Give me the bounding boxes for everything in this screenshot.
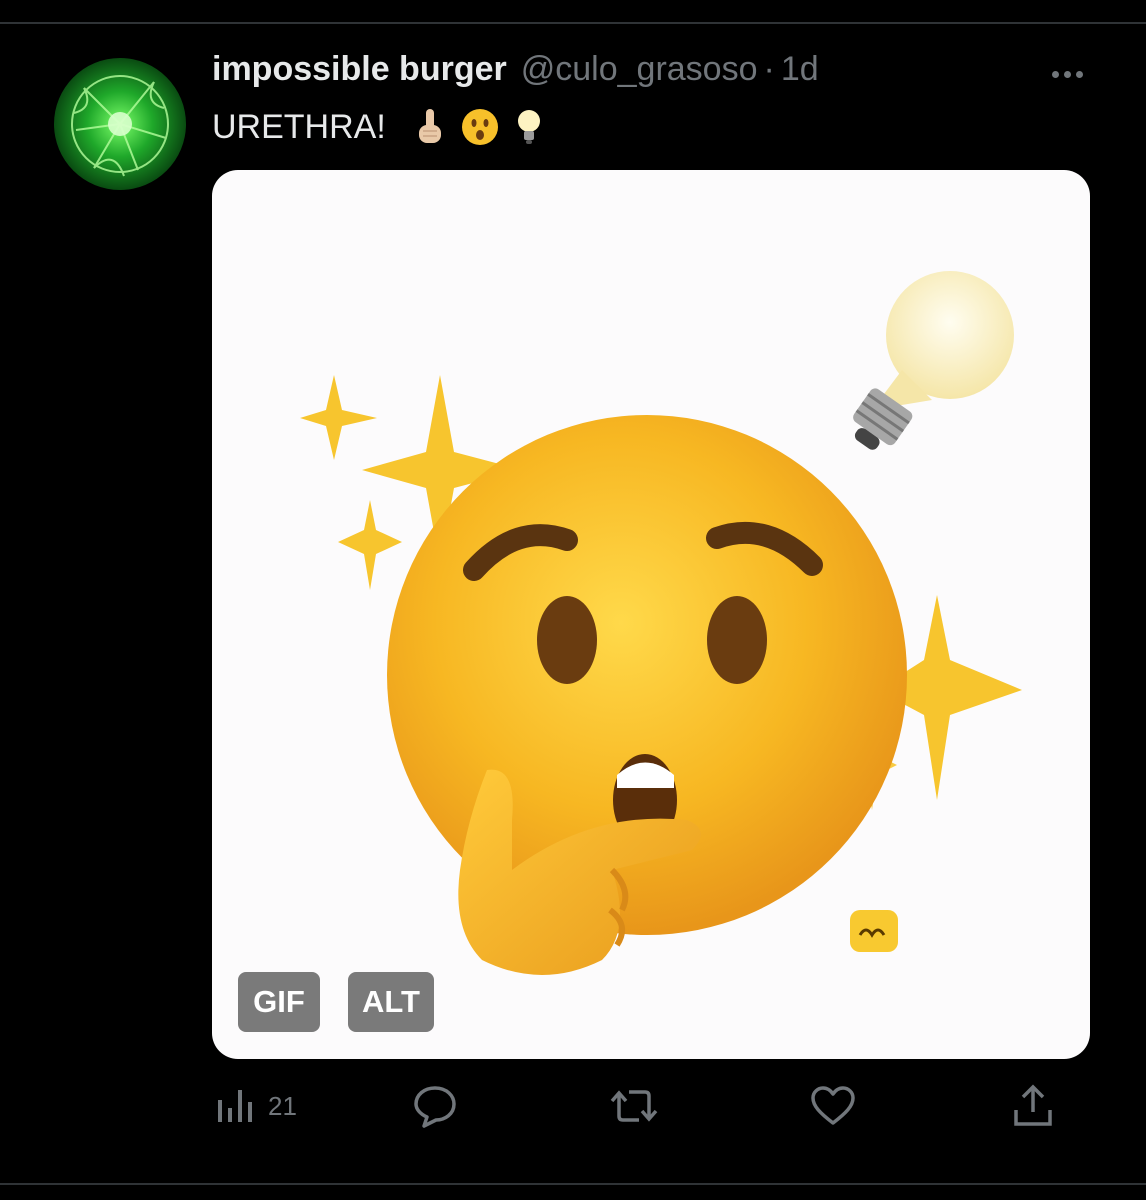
bottom-divider bbox=[0, 1183, 1146, 1185]
hushed-face-icon bbox=[461, 109, 498, 145]
watermark-logo bbox=[850, 910, 898, 952]
views-button[interactable]: 21 bbox=[216, 1080, 297, 1132]
media-gif[interactable] bbox=[212, 170, 1090, 1059]
more-dot bbox=[1075, 70, 1083, 78]
tweet-emoji-group bbox=[414, 107, 544, 147]
thinking-face-artwork bbox=[300, 271, 1022, 975]
more-dot bbox=[1051, 70, 1059, 78]
like-button[interactable] bbox=[810, 1080, 856, 1132]
top-divider bbox=[0, 22, 1146, 24]
retweet-button[interactable] bbox=[609, 1080, 659, 1132]
share-icon bbox=[1014, 1084, 1052, 1126]
light-bulb-icon bbox=[517, 110, 540, 144]
timestamp[interactable]: 1d bbox=[781, 50, 819, 89]
display-name[interactable]: impossible burger bbox=[212, 50, 507, 89]
like-icon bbox=[811, 1086, 855, 1125]
reply-icon bbox=[414, 1086, 456, 1128]
retweet-icon bbox=[610, 1090, 658, 1122]
share-button[interactable] bbox=[1012, 1080, 1054, 1132]
thinking-face-icon bbox=[387, 415, 907, 975]
more-dot bbox=[1063, 70, 1071, 78]
views-icon bbox=[218, 1090, 252, 1122]
tweet-text-row: URETHRA! bbox=[212, 104, 544, 150]
index-pointing-up-icon bbox=[418, 109, 441, 143]
tweet-text: URETHRA! bbox=[212, 107, 386, 146]
gif-badge[interactable]: GIF bbox=[238, 972, 320, 1032]
reply-button[interactable] bbox=[412, 1080, 458, 1132]
more-options-button[interactable] bbox=[1044, 60, 1090, 88]
views-count: 21 bbox=[268, 1090, 297, 1121]
avatar[interactable] bbox=[54, 58, 186, 190]
tweet-header: impossible burger @culo_grasoso · 1d bbox=[212, 50, 819, 96]
light-bulb-icon bbox=[853, 271, 1014, 450]
user-handle[interactable]: @culo_grasoso bbox=[521, 50, 758, 89]
separator-dot: · bbox=[763, 50, 775, 88]
alt-badge[interactable]: ALT bbox=[348, 972, 434, 1032]
plasma-icon bbox=[71, 75, 169, 177]
